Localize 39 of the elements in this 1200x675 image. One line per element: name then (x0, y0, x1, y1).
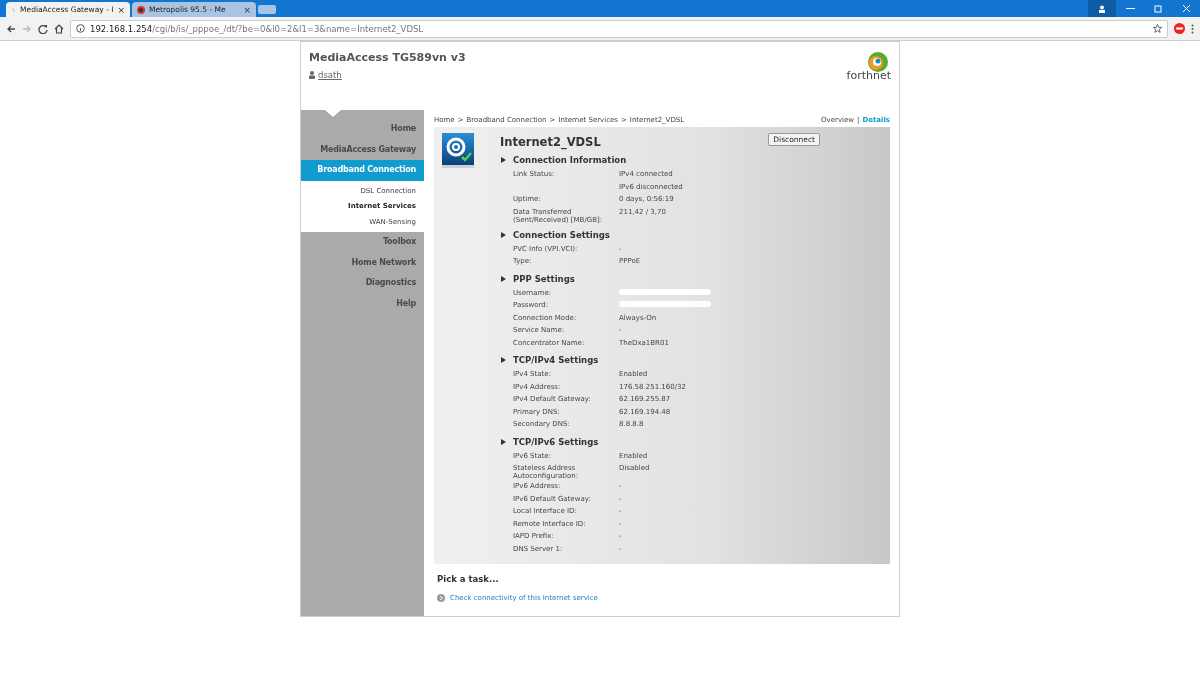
info-icon (76, 24, 85, 33)
radio-logo-icon (137, 5, 145, 14)
home-icon[interactable] (54, 23, 64, 34)
service-title: Internet2_VDSL (500, 135, 601, 149)
nav-item[interactable]: Home (301, 119, 424, 140)
nav-item[interactable]: Diagnostics (301, 273, 424, 294)
nav-item[interactable]: Help (301, 293, 424, 314)
bullet-icon (501, 275, 506, 282)
bullet-icon (501, 357, 506, 363)
device-title: MediaAccess TG589vn v3 (309, 51, 466, 64)
section-title: Connection Information (513, 155, 627, 165)
person-icon (309, 71, 315, 79)
bullet-icon (501, 438, 506, 445)
page-icon (11, 5, 17, 14)
person-icon (1098, 4, 1106, 13)
nav-item[interactable]: MediaAccess Gateway (301, 139, 424, 160)
address-bar[interactable]: 192.168.1.254/cgi/b/is/_pppoe_/dt/?be=0&l0=2&l1=3&name=Internet2_VDSL (70, 19, 1168, 38)
pointer-notch (325, 110, 341, 117)
section-title: TCP/IPv4 Settings (513, 355, 599, 365)
section-title: TCP/IPv6 Settings (513, 436, 599, 447)
section-title: Connection Settings (513, 229, 610, 240)
reload-icon[interactable] (38, 23, 48, 34)
section-title: PPP Settings (513, 273, 575, 284)
arrow-circle-icon (437, 594, 445, 602)
bullet-icon (501, 157, 506, 163)
bullet-icon (501, 231, 506, 238)
stop-sign-icon[interactable] (1174, 23, 1185, 34)
nav-item[interactable]: Home Network (301, 252, 424, 273)
close-tab-icon[interactable]: × (117, 4, 125, 15)
nav-item[interactable]: Toolbox (301, 232, 424, 253)
tasks-title: Pick a task... (437, 574, 500, 584)
back-icon[interactable] (6, 23, 16, 34)
logo-text: forthnet (846, 69, 891, 82)
profile-button[interactable] (1088, 0, 1116, 17)
user-link[interactable]: dsath (309, 70, 342, 80)
menu-icon[interactable] (1191, 23, 1194, 34)
star-icon[interactable] (1153, 24, 1162, 33)
close-tab-icon[interactable]: × (243, 4, 251, 15)
internet-service-icon (442, 133, 474, 169)
